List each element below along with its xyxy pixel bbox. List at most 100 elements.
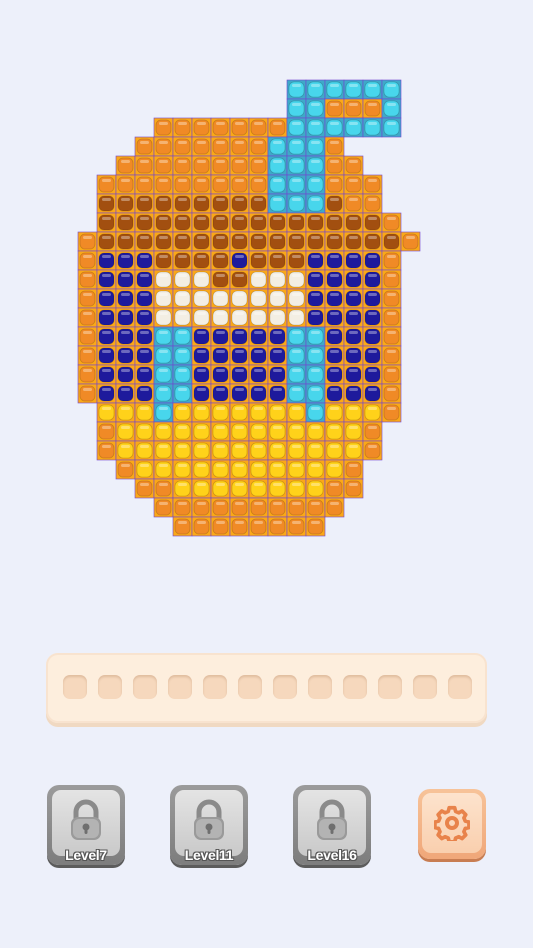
bead-shine (121, 388, 130, 391)
bead-shine (197, 217, 206, 220)
bead-shine (216, 426, 225, 429)
bead-shine (159, 388, 168, 391)
bead-shine (311, 521, 320, 524)
bead-shine (330, 293, 339, 296)
bead-shine (83, 274, 92, 277)
bead-shine (140, 274, 149, 277)
bead-shine (121, 331, 130, 334)
bead-shine (330, 236, 339, 239)
bead-shine (349, 464, 358, 467)
bead-shine (273, 312, 282, 315)
bead-shine (159, 236, 168, 239)
bead-shine (292, 445, 301, 448)
bead-shine (349, 103, 358, 106)
level-label: Level11 (184, 847, 234, 863)
bead-shine (292, 255, 301, 258)
bead-shine (197, 122, 206, 125)
pixel-art-board[interactable] (0, 0, 533, 600)
bead-shine (254, 483, 263, 486)
bead-shine (235, 407, 244, 410)
bead-shine (102, 312, 111, 315)
bead-shine (83, 236, 92, 239)
bead-shine (349, 312, 358, 315)
bead-shine (273, 198, 282, 201)
bead-shine (197, 312, 206, 315)
bead-shine (292, 483, 301, 486)
bead-shine (311, 445, 320, 448)
bead-shine (159, 464, 168, 467)
bead-shine (292, 198, 301, 201)
bead-shine (102, 445, 111, 448)
bead-shine (83, 388, 92, 391)
bead-shine (121, 350, 130, 353)
bead-shine (140, 331, 149, 334)
bead-shine (254, 350, 263, 353)
bead-shine (197, 521, 206, 524)
bead-shine (349, 198, 358, 201)
bead-shine (273, 141, 282, 144)
bead-shine (330, 407, 339, 410)
bead-shine (292, 160, 301, 163)
bead-shine (159, 312, 168, 315)
bead-shine (235, 312, 244, 315)
settings-button[interactable] (418, 789, 486, 859)
bead-shine (330, 103, 339, 106)
bead-shine (330, 445, 339, 448)
bead-shine (292, 350, 301, 353)
bead-shine (292, 464, 301, 467)
bead-shine (216, 122, 225, 125)
bead-shine (254, 502, 263, 505)
bead-shine (159, 122, 168, 125)
bead-shine (311, 217, 320, 220)
bead-shine (178, 331, 187, 334)
bead-shine (254, 426, 263, 429)
bead-shine (292, 103, 301, 106)
bead-shine (311, 293, 320, 296)
bead-shine (387, 293, 396, 296)
bead-shine (197, 483, 206, 486)
bead-shine (387, 274, 396, 277)
bead-shine (216, 350, 225, 353)
bead-shine (159, 198, 168, 201)
bead-shine (330, 331, 339, 334)
bead-shine (387, 217, 396, 220)
bead-shine (102, 217, 111, 220)
bead-shine (159, 217, 168, 220)
locked-level-button-2[interactable]: Level11 (170, 785, 248, 865)
bead-shine (311, 255, 320, 258)
bead-shine (387, 388, 396, 391)
bead-shine (349, 84, 358, 87)
bead-shine (178, 445, 187, 448)
bead-shine (292, 369, 301, 372)
bead-shine (273, 274, 282, 277)
bead-shine (368, 445, 377, 448)
bead-shine (178, 521, 187, 524)
bead-shine (292, 312, 301, 315)
bead-shine (273, 160, 282, 163)
bead-shine (178, 217, 187, 220)
tray-slot (168, 675, 192, 699)
bead-shine (311, 426, 320, 429)
locked-level-button-1[interactable]: Level7 (47, 785, 125, 865)
bead-shine (83, 350, 92, 353)
bead-shine (311, 122, 320, 125)
bead-shine (387, 103, 396, 106)
bead-shine (254, 407, 263, 410)
bead-shine (368, 122, 377, 125)
bead-shine (387, 331, 396, 334)
bead-shine (387, 84, 396, 87)
bead-shine (159, 293, 168, 296)
bead-shine (159, 179, 168, 182)
bead-grid[interactable] (0, 0, 533, 600)
locked-level-button-3[interactable]: Level16 (293, 785, 371, 865)
bead-shine (349, 274, 358, 277)
tray-slot (273, 675, 297, 699)
bead-shine (273, 350, 282, 353)
bead-shine (83, 293, 92, 296)
bead-shine (254, 236, 263, 239)
bead-shine (140, 293, 149, 296)
bead-shine (159, 445, 168, 448)
bead-shine (349, 445, 358, 448)
bead-shine (235, 255, 244, 258)
bead-shine (178, 350, 187, 353)
